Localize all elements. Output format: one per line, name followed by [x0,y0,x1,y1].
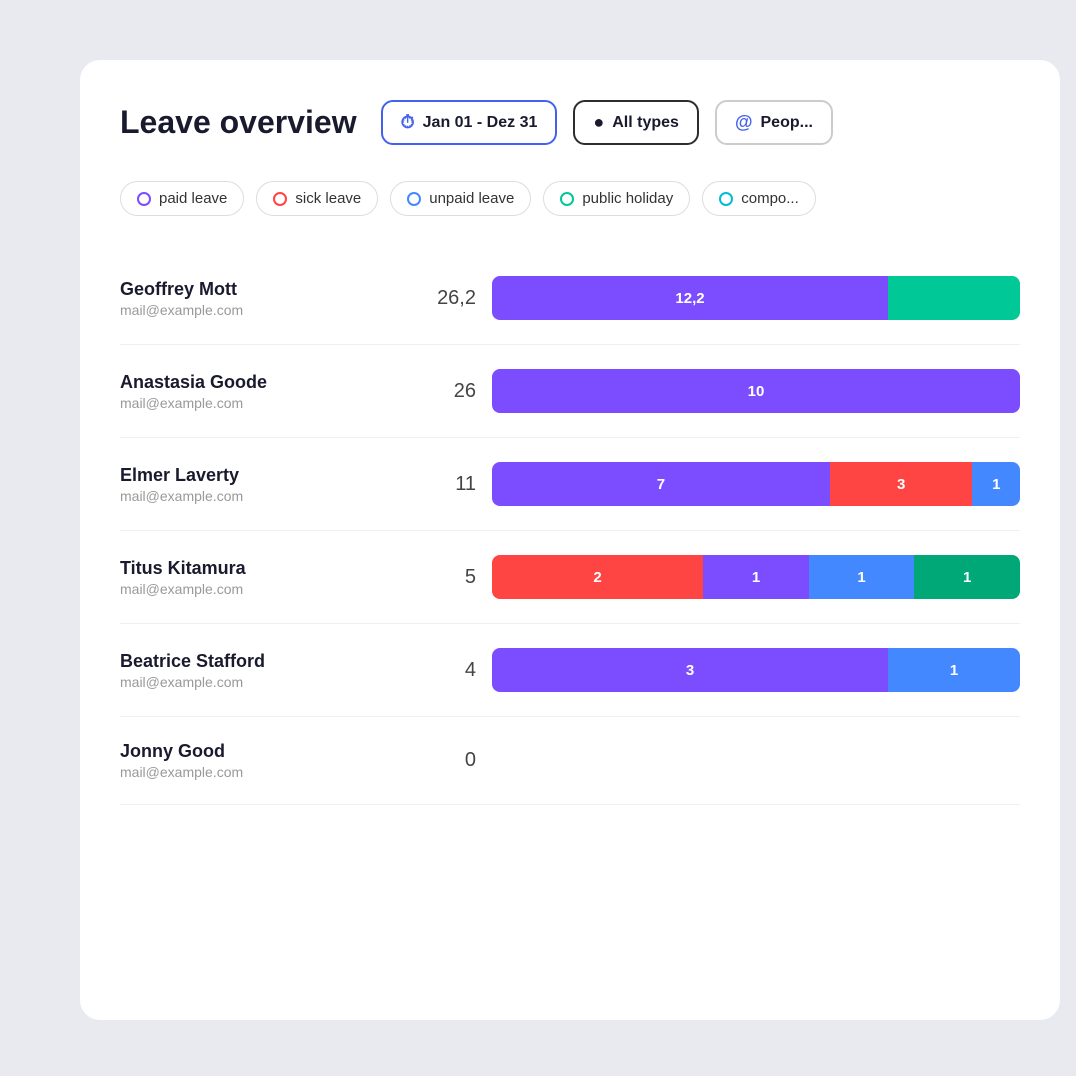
paid-label: paid leave [159,190,227,207]
person-total: 4 [416,659,476,682]
bar-segment: 2 [492,555,703,599]
person-email: mail@example.com [120,581,400,597]
bar-segment: 1 [809,555,915,599]
bar-segment: 7 [492,462,830,506]
main-card: Leave overview ⏱ Jan 01 - Dez 31 ● All t… [80,60,1060,1020]
person-email: mail@example.com [120,302,400,318]
person-email: mail@example.com [120,674,400,690]
leave-bar: 10 [492,369,1020,413]
comp-dot [719,192,733,206]
person-name: Titus Kitamura [120,558,400,579]
unpaid-dot [407,192,421,206]
person-info: Geoffrey Mott mail@example.com [120,279,400,318]
type-filter-label: All types [612,114,679,132]
public-dot [560,192,574,206]
person-info: Anastasia Goode mail@example.com [120,372,400,411]
table-row: Jonny Good mail@example.com 0 [120,717,1020,805]
bar-segment: 3 [830,462,973,506]
table-row: Geoffrey Mott mail@example.com 26,2 12,2 [120,252,1020,345]
person-email: mail@example.com [120,488,400,504]
person-total: 5 [416,566,476,589]
leave-pill-unpaid[interactable]: unpaid leave [390,181,531,216]
bar-segment: 1 [888,648,1020,692]
person-info: Jonny Good mail@example.com [120,741,400,780]
leave-pill-sick[interactable]: sick leave [256,181,378,216]
leave-type-filters: paid leave sick leave unpaid leave public h… [120,181,1020,216]
table-row: Titus Kitamuramail@example.com52111 [120,531,1020,624]
bar-segment: 3 [492,648,888,692]
person-name: Elmer Laverty [120,465,400,486]
date-filter-label: Jan 01 - Dez 31 [423,114,538,132]
table-row: Beatrice Staffordmail@example.com431 [120,624,1020,717]
bar-segment: 1 [703,555,809,599]
sick-label: sick leave [295,190,361,207]
leave-bar: 2111 [492,555,1020,599]
bar-segment: 1 [972,462,1020,506]
sick-dot [273,192,287,206]
person-email: mail@example.com [120,764,400,780]
people-list: Geoffrey Mott mail@example.com 26,2 12,2 Ana… [120,252,1020,805]
paid-dot [137,192,151,206]
person-email: mail@example.com [120,395,400,411]
person-info: Titus Kitamura mail@example.com [120,558,400,597]
person-total: 0 [416,749,476,772]
person-info: Elmer Laverty mail@example.com [120,465,400,504]
person-name: Anastasia Goode [120,372,400,393]
date-filter-button[interactable]: ⏱ Jan 01 - Dez 31 [381,100,558,145]
comp-label: compo... [741,190,799,207]
person-name: Jonny Good [120,741,400,762]
bar-segment: 1 [914,555,1020,599]
table-row: Elmer Laverty mail@example.com 11 731 [120,438,1020,531]
people-filter-label: Peop... [761,114,813,132]
person-info: Beatrice Stafford mail@example.com [120,651,400,690]
leave-pill-public[interactable]: public holiday [543,181,690,216]
header: Leave overview ⏱ Jan 01 - Dez 31 ● All t… [120,100,1020,145]
leave-pill-paid[interactable]: paid leave [120,181,244,216]
leave-bar: 31 [492,648,1020,692]
page-title: Leave overview [120,104,357,141]
leave-bar: 12,2 [492,276,1020,320]
public-label: public holiday [582,190,673,207]
person-total: 11 [416,473,476,496]
circle-icon: ● [593,112,604,133]
person-name: Geoffrey Mott [120,279,400,300]
person-name: Beatrice Stafford [120,651,400,672]
bar-segment [888,276,1020,320]
people-filter-button[interactable]: @ Peop... [715,100,833,145]
bar-segment: 12,2 [492,276,888,320]
clock-icon: ⏱ [401,112,415,133]
bar-segment: 10 [492,369,1020,413]
leave-pill-comp[interactable]: compo... [702,181,816,216]
unpaid-label: unpaid leave [429,190,514,207]
type-filter-button[interactable]: ● All types [573,100,699,145]
at-icon: @ [735,112,753,133]
person-total: 26 [416,380,476,403]
leave-bar: 731 [492,462,1020,506]
table-row: Anastasia Goode mail@example.com 26 10 [120,345,1020,438]
person-total: 26,2 [416,287,476,310]
